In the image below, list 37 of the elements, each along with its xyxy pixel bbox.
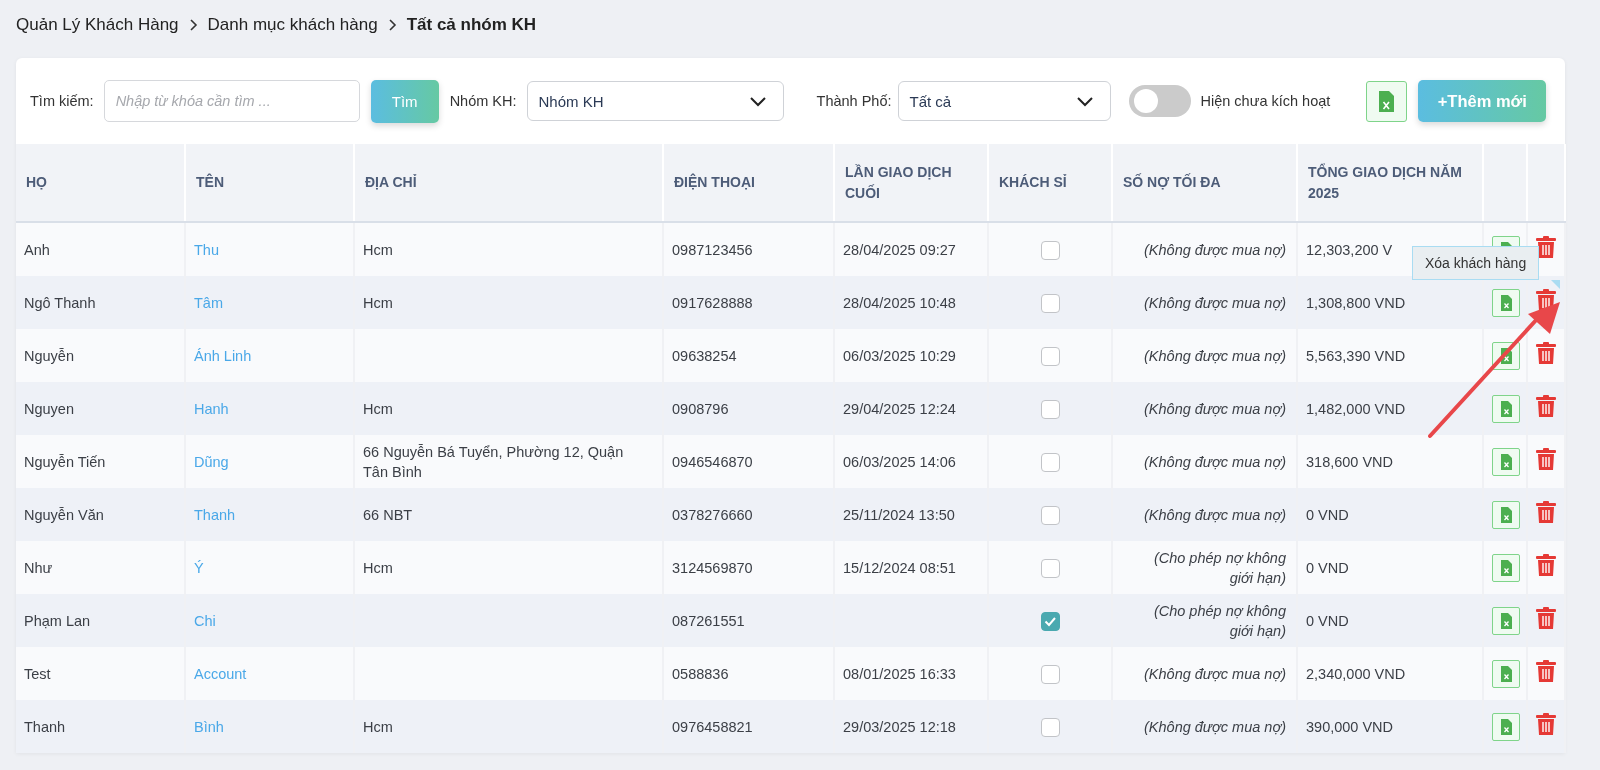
toggle-label: Hiện chưa kích hoạt <box>1200 93 1331 109</box>
city-dropdown[interactable]: Tất cả <box>897 81 1111 121</box>
customer-name-link[interactable]: Chi <box>194 612 216 629</box>
column-header: KHÁCH SỈ <box>988 144 1112 222</box>
column-header: SỐ NỢ TỐI ĐA <box>1112 144 1297 222</box>
table-cell: Thanh <box>16 700 185 753</box>
group-label: Nhóm KH: <box>449 93 517 109</box>
column-header: TỔNG GIAO DỊCH NĂM 2025 <box>1297 144 1483 222</box>
customer-name-link[interactable]: Account <box>194 665 247 682</box>
breadcrumb-item[interactable]: Danh mục khách hàng <box>207 15 378 35</box>
search-label: Tìm kiếm: <box>30 93 94 109</box>
customer-name-link[interactable]: Hanh <box>194 400 229 417</box>
table-cell: 390,000 VND <box>1297 700 1483 753</box>
column-header: HỌ <box>16 144 185 222</box>
customer-name-link[interactable]: Ánh Linh <box>194 347 252 364</box>
table-cell: (Không được mua nợ) <box>1112 700 1297 753</box>
group-dropdown[interactable]: Nhóm KH <box>526 81 784 121</box>
customer-name-link[interactable]: Tâm <box>194 294 223 311</box>
customer-name-link[interactable]: Thanh <box>194 506 236 523</box>
column-header: TÊN <box>185 144 354 222</box>
city-label: Thành Phố: <box>816 93 892 109</box>
customer-name-link[interactable]: Thu <box>194 241 219 258</box>
search-button[interactable]: Tìm <box>370 79 439 123</box>
tooltip: Xóa khách hàng <box>1412 246 1540 280</box>
table-cell: 29/03/2025 12:18 <box>834 700 988 753</box>
column-header: ĐIỆN THOẠI <box>663 144 834 222</box>
add-new-button[interactable]: +Thêm mới <box>1418 80 1547 122</box>
column-header: LẦN GIAO DỊCH CUỐI <box>834 144 988 222</box>
table-cell: 0976458821 <box>663 700 834 753</box>
customer-name-link[interactable]: Dũng <box>194 453 229 470</box>
search-field[interactable]: Nhập từ khóa cần tìm ... <box>103 80 360 122</box>
breadcrumb-item[interactable]: Quản Lý Khách Hàng <box>16 15 179 35</box>
breadcrumb-item: Tất cả nhóm KH <box>406 15 537 35</box>
customer-name-link[interactable]: Ý <box>194 559 204 576</box>
table-cell: Hcm <box>354 700 663 753</box>
customer-name-link[interactable]: Bình <box>194 718 224 735</box>
column-header: ĐỊA CHỈ <box>354 144 663 222</box>
